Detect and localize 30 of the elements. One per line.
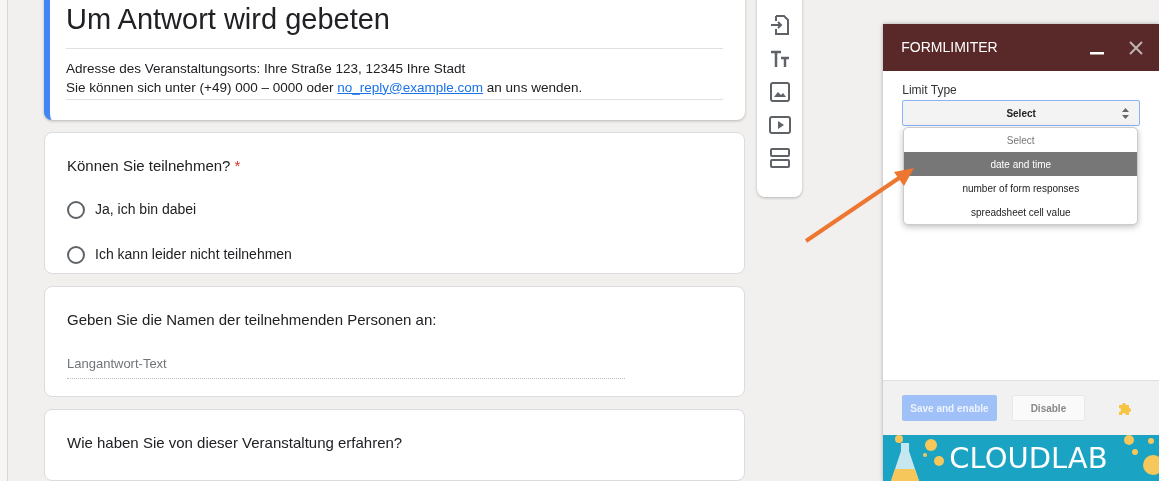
question-text: Wie haben Sie von dieser Veranstaltung erfahren?: [67, 432, 403, 453]
field-label: Limit Type: [902, 82, 958, 99]
import-icon[interactable]: [769, 14, 790, 36]
section-icon[interactable]: [769, 148, 790, 168]
required-mark: *: [234, 155, 241, 176]
email-link[interactable]: no_reply@example.com: [337, 79, 484, 95]
question-text: Geben Sie die Namen der teilnehmenden Personen an:: [67, 310, 437, 331]
sort-icon: [1122, 107, 1129, 119]
image-icon[interactable]: [769, 82, 790, 102]
dropdown-option[interactable]: date and time: [904, 152, 1138, 176]
address-text: Adresse des Veranstaltungsorts: Ihre Straße 123, 12345 Ihre Stadt: [66, 59, 467, 78]
video-icon[interactable]: [768, 116, 791, 134]
close-icon[interactable]: [1129, 40, 1143, 55]
limit-type-select[interactable]: Select: [902, 100, 1140, 126]
answer-field[interactable]: Langantwort-Text: [67, 353, 625, 380]
option-label: Ja, ich bin dabei: [95, 200, 197, 219]
dropdown-option[interactable]: spreadsheet cell value: [904, 200, 1138, 224]
dropdown-option: Select: [904, 128, 1138, 152]
action-button[interactable]: Disable: [1011, 395, 1086, 421]
panel-title: FORMLIMITER: [901, 38, 998, 57]
radio-button[interactable]: [67, 245, 85, 264]
minimize-icon[interactable]: [1090, 52, 1104, 55]
banner-title: CLOUDLAB: [949, 443, 1108, 473]
text-icon[interactable]: [769, 50, 790, 68]
radio-button[interactable]: [67, 200, 85, 219]
question-text: Können Sie teilnehmen?: [67, 155, 231, 176]
dropdown-option[interactable]: number of form responses: [904, 176, 1138, 200]
form-title: Um Antwort wird gebeten: [66, 0, 724, 49]
contact-text: Sie können sich unter (+49) 000 – 0000 oder no_reply@example.com an uns wenden.: [66, 78, 584, 97]
option-label: Ich kann leider nicht teilnehmen: [95, 245, 292, 264]
